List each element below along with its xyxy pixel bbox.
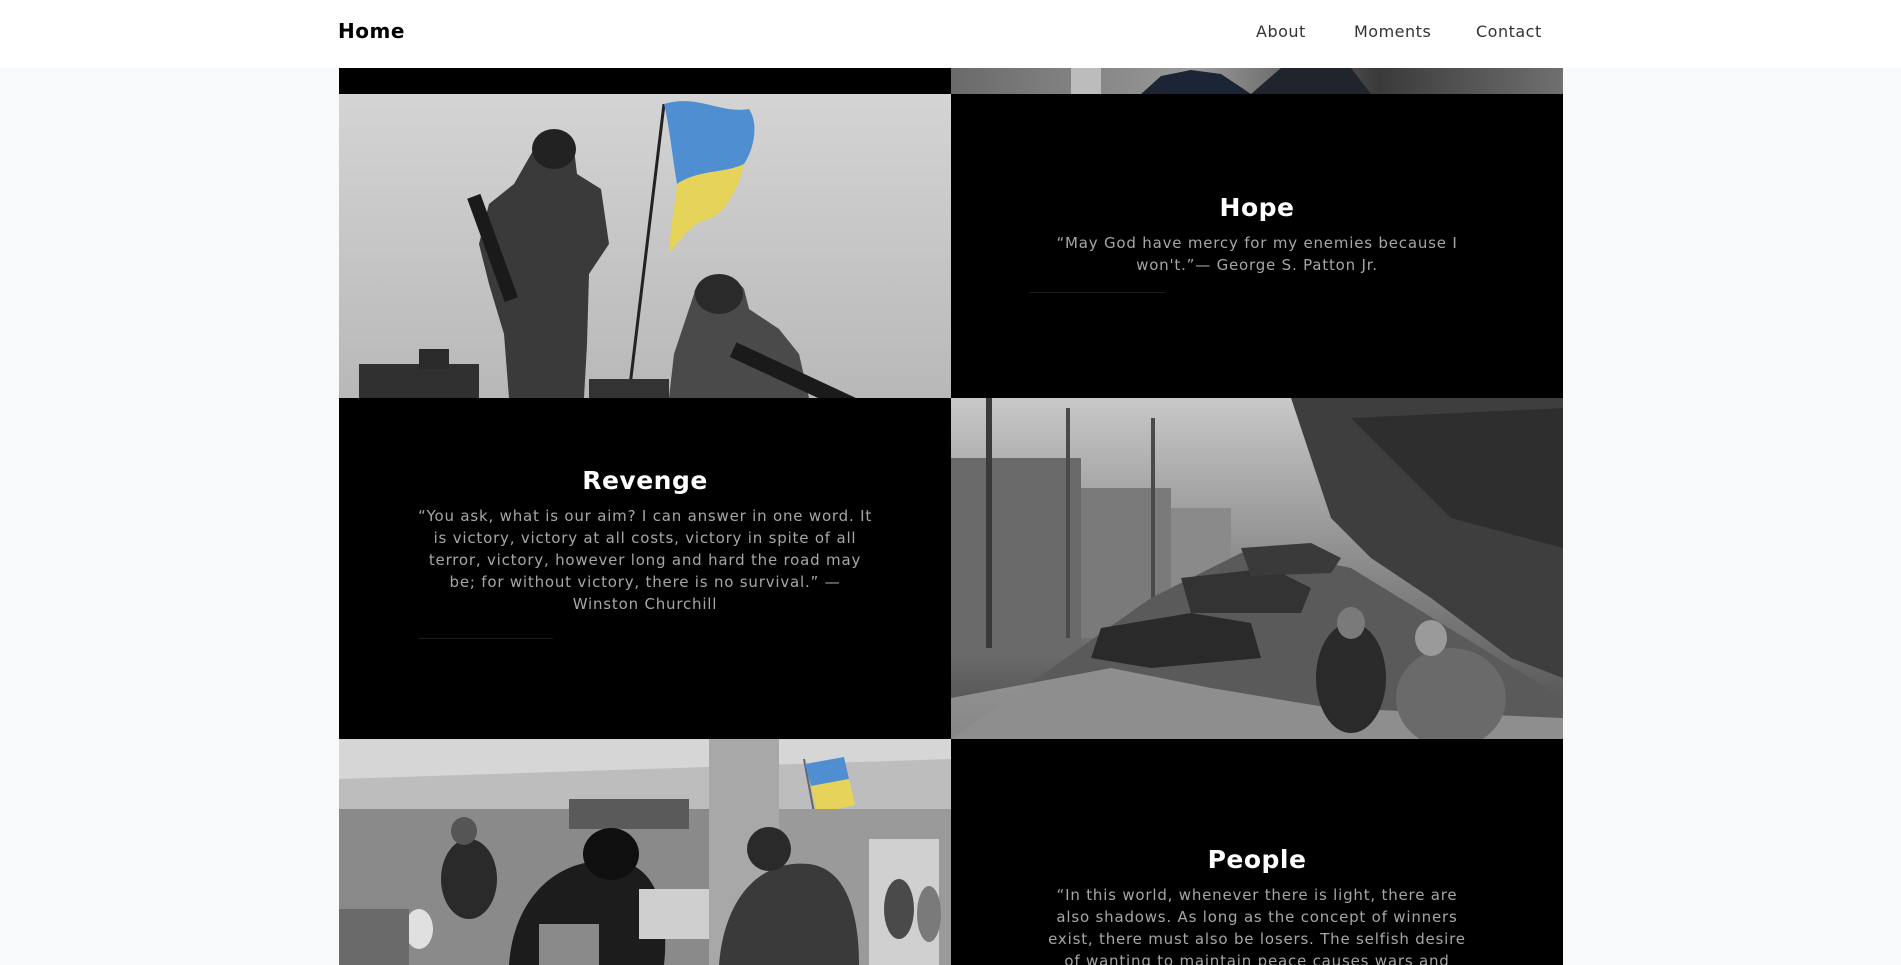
- people-card: People “In this world, whenever there is…: [951, 739, 1563, 965]
- revenge-quote: “You ask, what is our aim? I can answer …: [418, 507, 872, 613]
- hope-quote: “May God have mercy for my enemies becau…: [1056, 234, 1458, 274]
- previous-text-cell-partial: [339, 68, 951, 94]
- nav-link-moments[interactable]: Moments: [1354, 22, 1431, 41]
- soldiers-flag-photo: [339, 94, 951, 398]
- moments-grid: Hope “May God have mercy for my enemies …: [339, 68, 1563, 965]
- revenge-card: Revenge “You ask, what is our aim? I can…: [339, 398, 951, 739]
- destroyed-street-photo: [951, 398, 1563, 739]
- nav-link-contact[interactable]: Contact: [1476, 22, 1542, 41]
- volunteers-market-photo: [339, 739, 951, 965]
- previous-photo-partial: [951, 68, 1563, 94]
- people-quote: “In this world, whenever there is light,…: [1048, 886, 1466, 965]
- hope-card: Hope “May God have mercy for my enemies …: [951, 94, 1563, 398]
- nav-link-about[interactable]: About: [1256, 22, 1306, 41]
- revenge-divider: [418, 638, 553, 639]
- brand-home-link[interactable]: Home: [338, 19, 405, 43]
- revenge-title: Revenge: [582, 466, 708, 495]
- hope-divider: [1030, 292, 1165, 293]
- people-title: People: [1207, 845, 1307, 874]
- top-navbar: Home About Moments Contact: [0, 0, 1901, 68]
- hope-title: Hope: [1219, 193, 1295, 222]
